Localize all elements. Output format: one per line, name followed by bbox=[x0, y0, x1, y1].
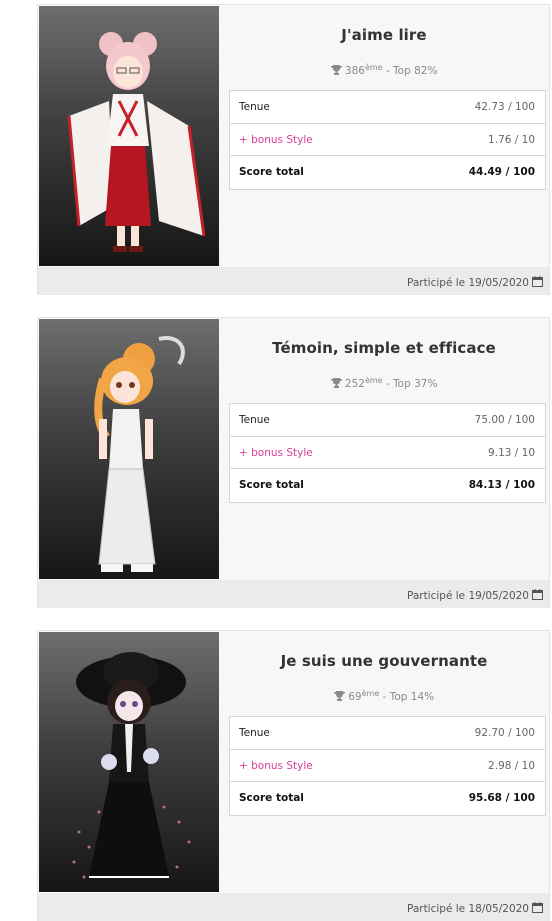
calendar-icon bbox=[532, 589, 543, 600]
calendar-icon bbox=[532, 902, 543, 913]
score-row-total: Score total 44.49 / 100 bbox=[230, 155, 545, 189]
score-row-total: Score total 95.68 / 100 bbox=[230, 781, 545, 815]
score-row-outfit: Tenue 92.70 / 100 bbox=[230, 717, 545, 749]
entry-info: J'aime lire 386ème - Top 82% Tenue 42.73… bbox=[219, 6, 549, 266]
score-row-bonus: + bonus Style 9.13 / 10 bbox=[230, 436, 545, 468]
contest-entry: Je suis une gouvernante 69ème - Top 14% … bbox=[37, 630, 550, 921]
entry-rank: 386ème - Top 82% bbox=[219, 63, 549, 77]
score-row-total: Score total 84.13 / 100 bbox=[230, 468, 545, 502]
avatar-portrait[interactable] bbox=[39, 319, 219, 579]
outfit-value: 92.70 / 100 bbox=[474, 727, 535, 739]
entry-footer: Participé le 19/05/2020 bbox=[38, 267, 549, 295]
total-label: Score total bbox=[239, 479, 304, 491]
bonus-value: 2.98 / 10 bbox=[488, 760, 535, 772]
rank-number: 252 bbox=[344, 378, 365, 390]
trophy-icon bbox=[333, 691, 345, 701]
participation-date-text: Participé le 19/05/2020 bbox=[406, 277, 529, 289]
avatar-portrait[interactable] bbox=[39, 6, 219, 266]
entry-footer: Participé le 18/05/2020 bbox=[38, 893, 549, 921]
participation-date: Participé le 18/05/2020 bbox=[407, 902, 543, 915]
rank-top: - Top 14% bbox=[379, 691, 435, 703]
entry-info: Témoin, simple et efficace 252ème - Top … bbox=[219, 319, 549, 579]
participation-date-text: Participé le 18/05/2020 bbox=[406, 903, 529, 915]
bonus-label: + bonus Style bbox=[239, 760, 313, 772]
score-table: Tenue 75.00 / 100 + bonus Style 9.13 / 1… bbox=[229, 403, 546, 503]
participation-date: Participé le 19/05/2020 bbox=[407, 276, 543, 289]
participation-date: Participé le 19/05/2020 bbox=[407, 589, 543, 602]
calendar-icon bbox=[532, 276, 543, 287]
rank-number: 69 bbox=[348, 691, 362, 703]
outfit-label: Tenue bbox=[239, 414, 270, 426]
rank-top: - Top 82% bbox=[382, 65, 438, 77]
score-row-outfit: Tenue 75.00 / 100 bbox=[230, 404, 545, 436]
score-row-outfit: Tenue 42.73 / 100 bbox=[230, 91, 545, 123]
bonus-label: + bonus Style bbox=[239, 447, 313, 459]
outfit-label: Tenue bbox=[239, 101, 270, 113]
contest-entry: Témoin, simple et efficace 252ème - Top … bbox=[37, 317, 550, 608]
rank-number: 386 bbox=[344, 65, 365, 77]
rank-suffix: ème bbox=[364, 376, 383, 385]
rank-suffix: ème bbox=[361, 689, 380, 698]
bonus-value: 1.76 / 10 bbox=[488, 134, 535, 146]
entry-rank: 252ème - Top 37% bbox=[219, 376, 549, 390]
outfit-value: 75.00 / 100 bbox=[474, 414, 535, 426]
contest-entry: J'aime lire 386ème - Top 82% Tenue 42.73… bbox=[37, 4, 550, 295]
entry-footer: Participé le 19/05/2020 bbox=[38, 580, 549, 608]
outfit-value: 42.73 / 100 bbox=[474, 101, 535, 113]
rank-suffix: ème bbox=[364, 63, 383, 72]
total-label: Score total bbox=[239, 166, 304, 178]
score-row-bonus: + bonus Style 2.98 / 10 bbox=[230, 749, 545, 781]
trophy-icon bbox=[330, 65, 342, 75]
total-value: 95.68 / 100 bbox=[468, 792, 535, 804]
avatar-portrait[interactable] bbox=[39, 632, 219, 892]
total-value: 84.13 / 100 bbox=[468, 479, 535, 491]
bonus-value: 9.13 / 10 bbox=[488, 447, 535, 459]
total-value: 44.49 / 100 bbox=[468, 166, 535, 178]
entry-title[interactable]: Je suis une gouvernante bbox=[219, 652, 549, 670]
entry-info: Je suis une gouvernante 69ème - Top 14% … bbox=[219, 632, 549, 892]
participation-date-text: Participé le 19/05/2020 bbox=[406, 590, 529, 602]
entry-title[interactable]: Témoin, simple et efficace bbox=[219, 339, 549, 357]
rank-top: - Top 37% bbox=[382, 378, 438, 390]
entry-title[interactable]: J'aime lire bbox=[219, 26, 549, 44]
score-table: Tenue 92.70 / 100 + bonus Style 2.98 / 1… bbox=[229, 716, 546, 816]
entry-rank: 69ème - Top 14% bbox=[219, 689, 549, 703]
trophy-icon bbox=[330, 378, 342, 388]
bonus-label: + bonus Style bbox=[239, 134, 313, 146]
score-row-bonus: + bonus Style 1.76 / 10 bbox=[230, 123, 545, 155]
outfit-label: Tenue bbox=[239, 727, 270, 739]
score-table: Tenue 42.73 / 100 + bonus Style 1.76 / 1… bbox=[229, 90, 546, 190]
total-label: Score total bbox=[239, 792, 304, 804]
